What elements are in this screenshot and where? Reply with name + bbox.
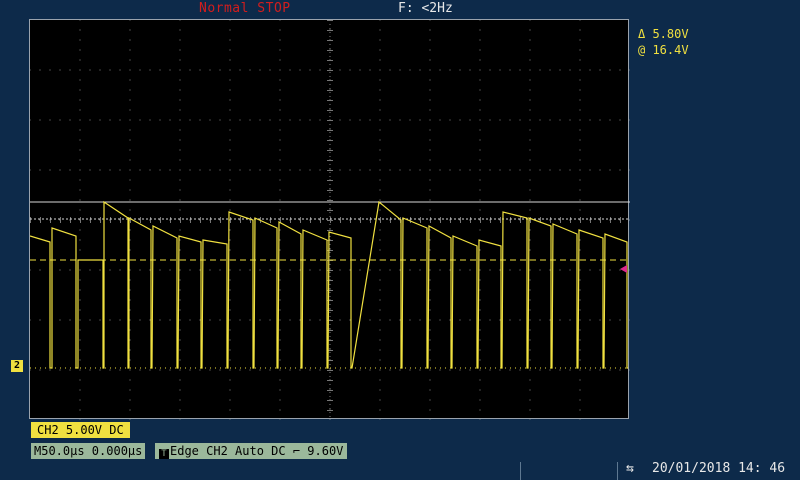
timebase-badge[interactable]: M50.0µs 0.000µs bbox=[31, 443, 146, 459]
status-divider bbox=[520, 462, 521, 480]
trigger-level-marker[interactable] bbox=[620, 265, 627, 273]
datetime: 20/01/2018 14: 46 bbox=[652, 461, 786, 476]
trigger-settings-badge[interactable]: T Edge CH2 Auto DC ⌐ 9.60V bbox=[155, 443, 348, 459]
cursor-readout: Δ 5.80V @ 16.4V bbox=[638, 26, 689, 58]
usb-icon: ⇆ bbox=[626, 461, 634, 476]
channel-settings-badge[interactable]: CH2 5.00V DC bbox=[31, 422, 130, 438]
waveform-display[interactable] bbox=[29, 19, 630, 420]
frequency-readout: F: <2Hz bbox=[398, 1, 453, 16]
trigger-icon: T bbox=[159, 449, 169, 459]
top-status-bar: Normal STOP F: <2Hz bbox=[0, 0, 800, 18]
status-divider bbox=[617, 462, 618, 480]
waveform-canvas bbox=[30, 20, 630, 420]
ch2-ground-marker[interactable]: 2 bbox=[11, 360, 23, 372]
trigger-settings-text: Edge CH2 Auto DC ⌐ 9.60V bbox=[170, 444, 344, 458]
trigger-mode-status[interactable]: Normal STOP bbox=[199, 1, 291, 16]
cursor-delta: Δ 5.80V bbox=[638, 27, 689, 41]
cursor-at: @ 16.4V bbox=[638, 43, 689, 57]
